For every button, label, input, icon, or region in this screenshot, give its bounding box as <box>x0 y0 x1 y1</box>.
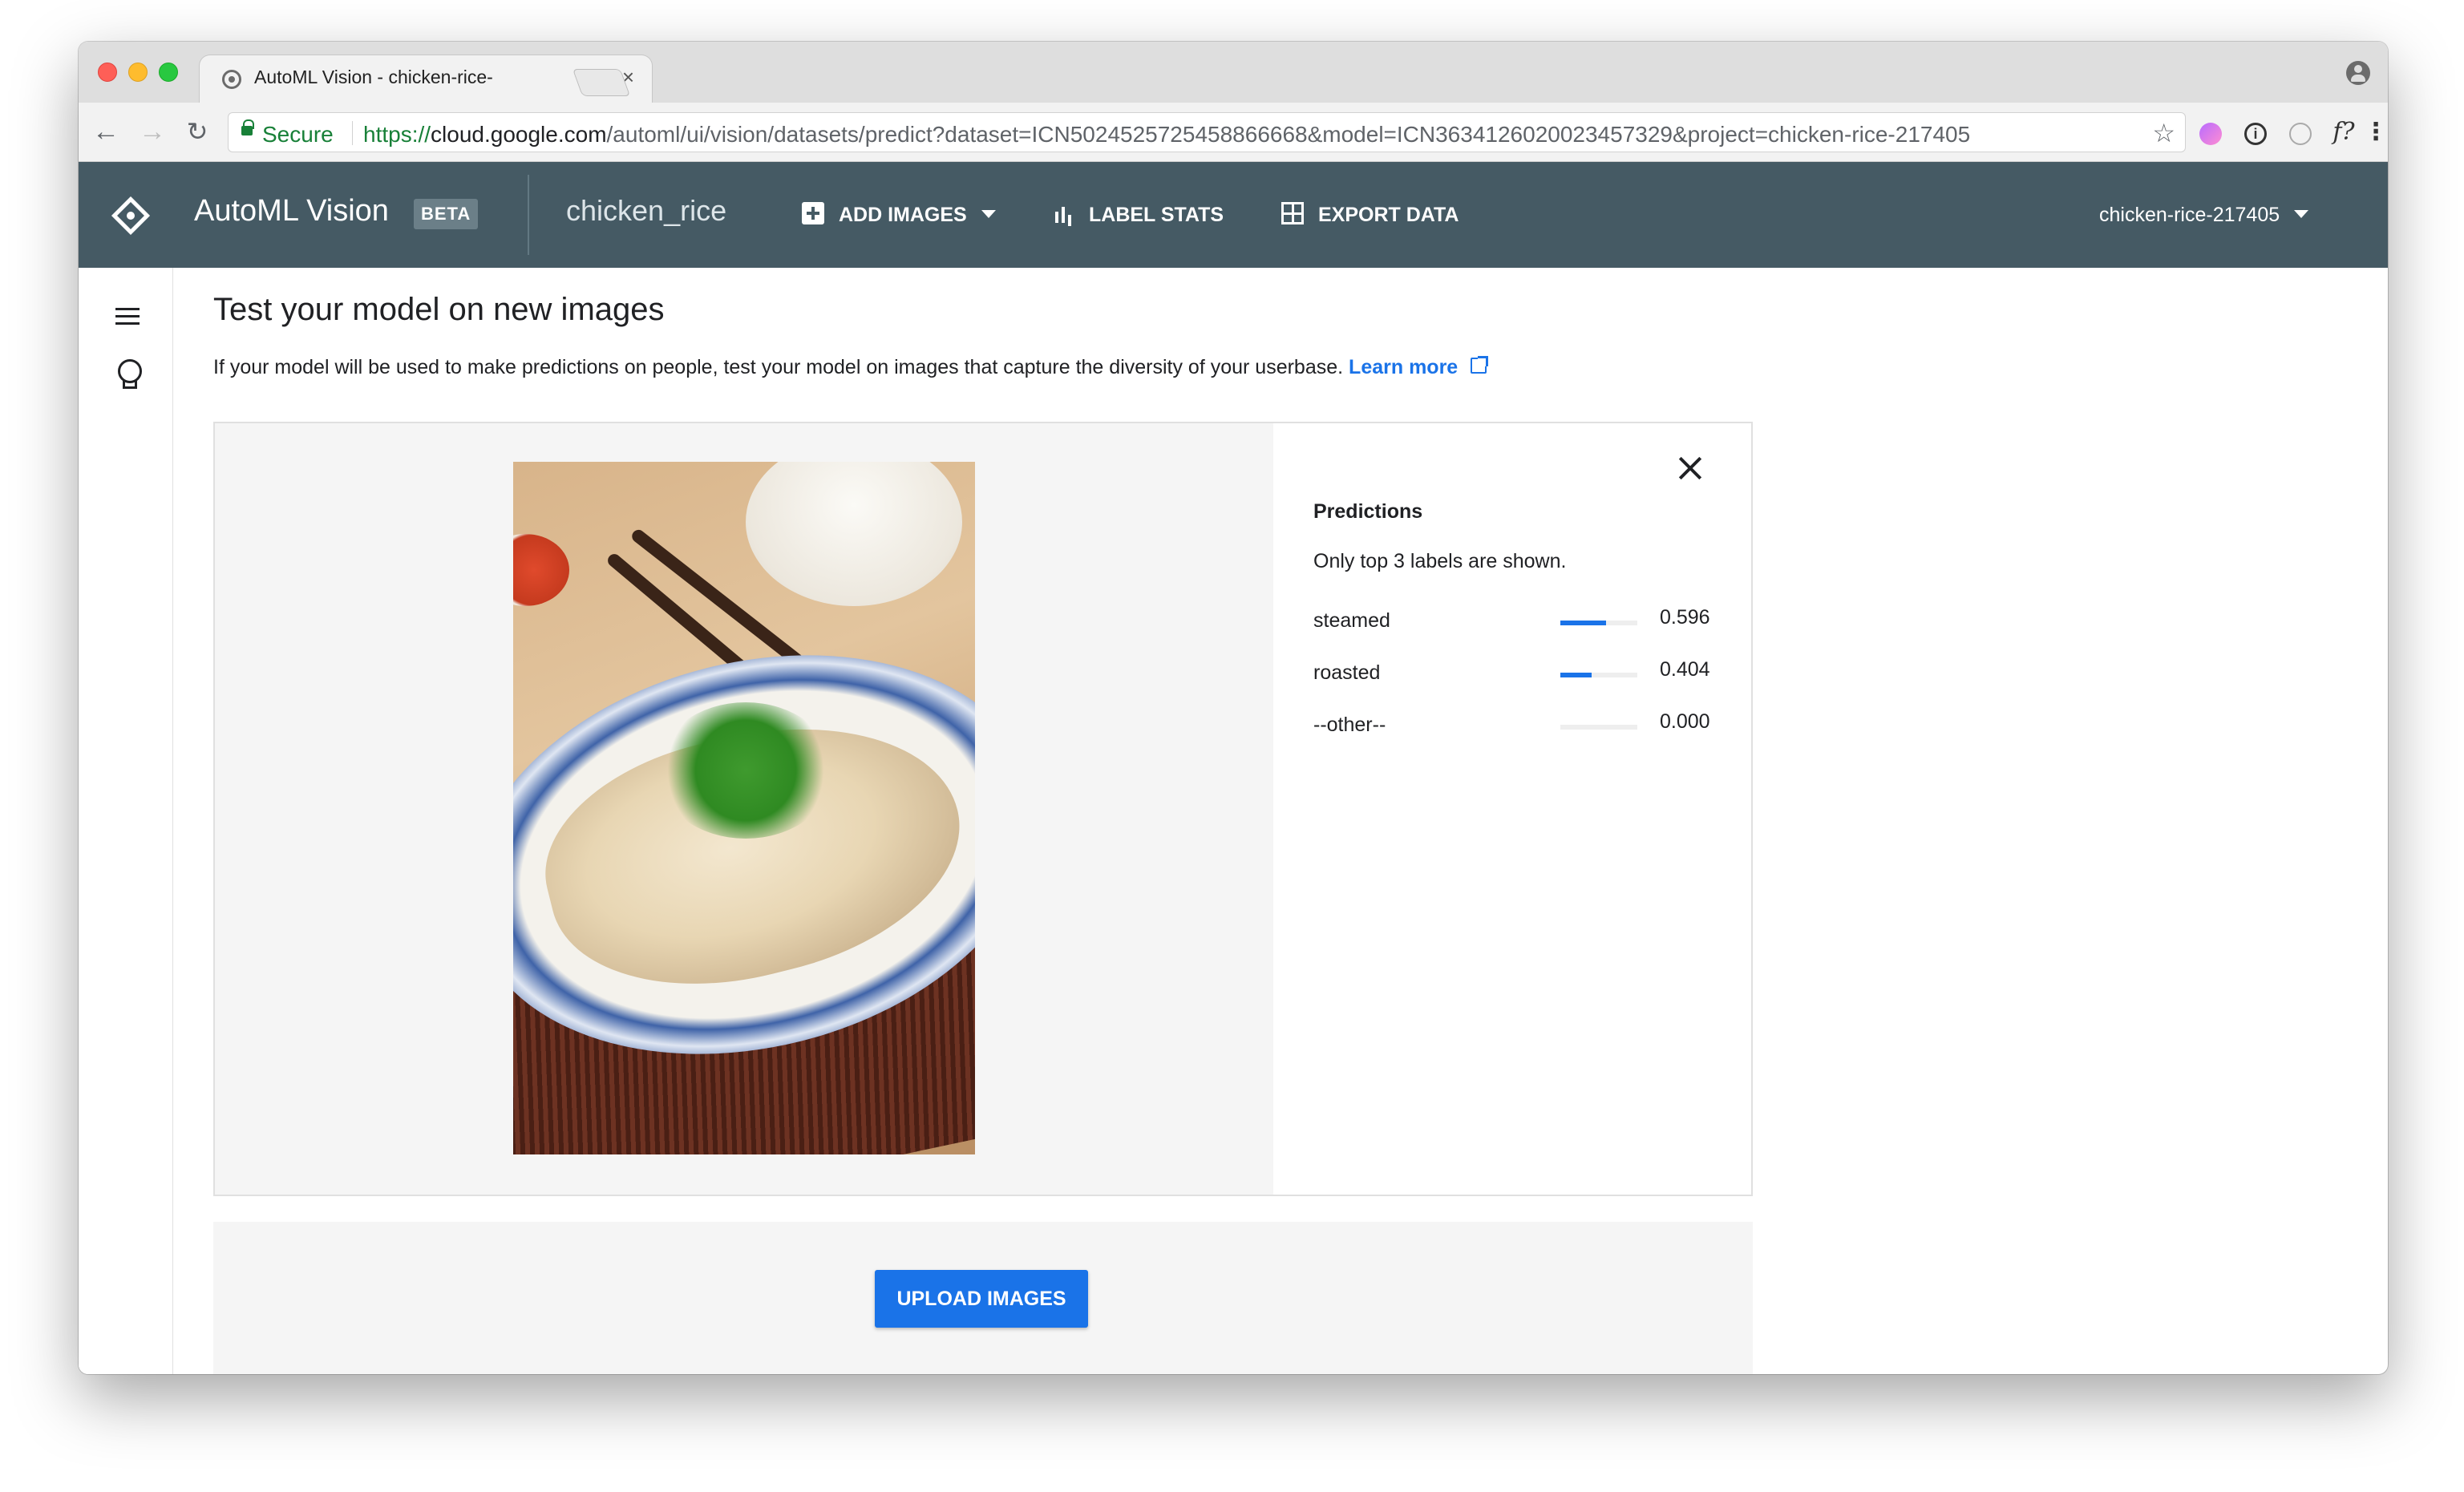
prediction-panel: Predictions Only top 3 labels are shown.… <box>213 422 1753 1196</box>
window-maximize-button[interactable] <box>159 63 178 82</box>
url-path: /automl/ui/vision/datasets/predict?datas… <box>606 122 1971 147</box>
app-header: AutoML Vision BETA chicken_rice ADD IMAG… <box>79 162 2388 268</box>
project-name: chicken-rice-217405 <box>2099 204 2280 226</box>
add-images-label: ADD IMAGES <box>839 204 967 226</box>
lightbulb-icon[interactable] <box>117 359 142 390</box>
url-text[interactable]: https://cloud.google.com/automl/ui/visio… <box>363 122 1970 148</box>
export-data-label: EXPORT DATA <box>1318 204 1459 226</box>
prediction-value: 0.000 <box>1660 710 1710 733</box>
chevron-down-icon <box>981 210 996 219</box>
prediction-label: roasted <box>1313 661 1381 684</box>
window-close-button[interactable] <box>98 63 117 82</box>
chevron-down-icon <box>2294 210 2309 219</box>
automl-logo-icon[interactable] <box>111 196 151 236</box>
prediction-label: --other-- <box>1313 714 1386 736</box>
omnibox-divider <box>352 121 353 145</box>
prediction-score-bar <box>1560 673 1637 677</box>
predictions-title: Predictions <box>1313 500 1423 523</box>
forward-arrow-icon[interactable]: → <box>136 115 168 148</box>
add-box-icon <box>802 202 824 225</box>
page-description: If your model will be used to make predi… <box>213 356 1489 379</box>
address-bar[interactable]: Secure https://cloud.google.com/automl/u… <box>228 112 2186 152</box>
left-rail <box>79 268 173 1374</box>
profile-icon[interactable] <box>2346 61 2370 85</box>
external-link-icon[interactable] <box>1471 356 1489 374</box>
bookmark-star-icon[interactable]: ☆ <box>2152 118 2175 148</box>
back-arrow-icon[interactable]: ← <box>90 115 122 148</box>
extension-gradient-icon[interactable] <box>2195 117 2226 148</box>
prediction-value: 0.596 <box>1660 606 1710 629</box>
label-stats-label: LABEL STATS <box>1089 204 1224 226</box>
prediction-label: steamed <box>1313 609 1390 632</box>
learn-more-link[interactable]: Learn more <box>1349 356 1458 378</box>
prediction-value: 0.404 <box>1660 658 1710 681</box>
bar-chart-icon <box>1052 202 1074 224</box>
app-name: AutoML Vision <box>194 194 389 228</box>
grid-icon <box>1281 202 1304 225</box>
extension-function-icon[interactable]: f? <box>2328 117 2359 148</box>
reload-icon[interactable]: ↻ <box>181 115 213 148</box>
upload-images-button[interactable]: UPLOAD IMAGES <box>875 1270 1088 1328</box>
prediction-row: roasted 0.404 <box>1313 657 1714 689</box>
url-host: cloud.google.com <box>431 122 607 147</box>
secure-label: Secure <box>262 122 334 147</box>
prediction-score-bar <box>1560 621 1637 625</box>
browser-window: AutoML Vision - chicken-rice- × ← → ↻ Se… <box>79 42 2388 1374</box>
lock-icon <box>241 119 254 135</box>
extension-info-icon[interactable]: i <box>2240 117 2271 148</box>
test-image-area <box>215 423 1273 1195</box>
url-scheme: https:// <box>363 122 431 147</box>
browser-menu-icon[interactable]: ⋮ <box>2361 117 2388 148</box>
tab-title: AutoML Vision - chicken-rice- <box>254 67 493 87</box>
automl-favicon-icon <box>222 70 241 89</box>
dataset-name: chicken_rice <box>566 194 727 227</box>
prediction-row: --other-- 0.000 <box>1313 709 1714 741</box>
extension-circle-icon[interactable] <box>2285 117 2316 148</box>
project-selector[interactable]: chicken-rice-217405 <box>2099 200 2309 229</box>
export-data-button[interactable]: EXPORT DATA <box>1281 200 1459 229</box>
window-minimize-button[interactable] <box>128 63 148 82</box>
description-text: If your model will be used to make predi… <box>213 356 1344 378</box>
close-icon[interactable] <box>1674 452 1706 484</box>
prediction-score-fill <box>1560 673 1592 677</box>
new-tab-button[interactable] <box>572 69 631 96</box>
list-icon[interactable] <box>115 308 140 325</box>
predictions-note: Only top 3 labels are shown. <box>1313 550 1567 572</box>
header-divider <box>528 175 529 255</box>
beta-badge: BETA <box>414 199 479 229</box>
test-image-chicken-rice <box>513 462 975 1154</box>
add-images-button[interactable]: ADD IMAGES <box>802 200 996 229</box>
prediction-row: steamed 0.596 <box>1313 604 1714 637</box>
tab-strip: AutoML Vision - chicken-rice- × <box>79 42 2388 103</box>
prediction-score-bar <box>1560 725 1637 730</box>
browser-toolbar: ← → ↻ Secure https://cloud.google.com/au… <box>79 103 2388 162</box>
upload-section: UPLOAD IMAGES <box>213 1222 1753 1374</box>
prediction-score-fill <box>1560 621 1607 625</box>
label-stats-button[interactable]: LABEL STATS <box>1052 200 1224 229</box>
page-title: Test your model on new images <box>213 292 665 327</box>
